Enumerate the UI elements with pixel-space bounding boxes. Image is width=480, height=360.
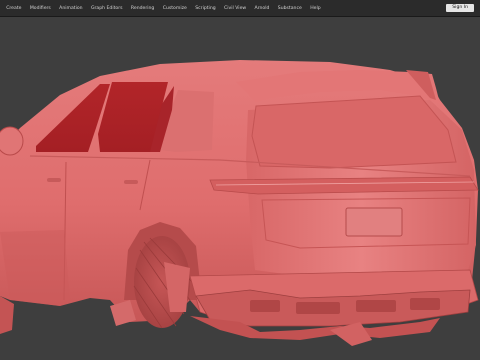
side-mirror [0,126,24,156]
main-menu: Create Modifiers Animation Graph Editors… [2,0,325,17]
sign-in-button[interactable]: Sign In [446,4,474,12]
menu-arnold[interactable]: Arnold [250,0,273,17]
rear-window [251,95,457,169]
menu-substance[interactable]: Substance [274,0,306,17]
menu-create[interactable]: Create [2,0,26,17]
menu-graph-editors[interactable]: Graph Editors [87,0,127,17]
menu-animation[interactable]: Animation [55,0,87,17]
menu-help[interactable]: Help [306,0,325,17]
menu-modifiers[interactable]: Modifiers [26,0,55,17]
menu-rendering[interactable]: Rendering [127,0,159,17]
menu-scripting[interactable]: Scripting [191,0,220,17]
license-plate [345,207,403,237]
3d-viewport[interactable] [0,17,480,360]
menu-customize[interactable]: Customize [159,0,192,17]
door-handle-rear [124,180,138,184]
menu-civil-view[interactable]: Civil View [220,0,251,17]
menu-bar: Create Modifiers Animation Graph Editors… [0,0,480,17]
door-handle [47,178,61,182]
car-model-render [0,60,479,346]
